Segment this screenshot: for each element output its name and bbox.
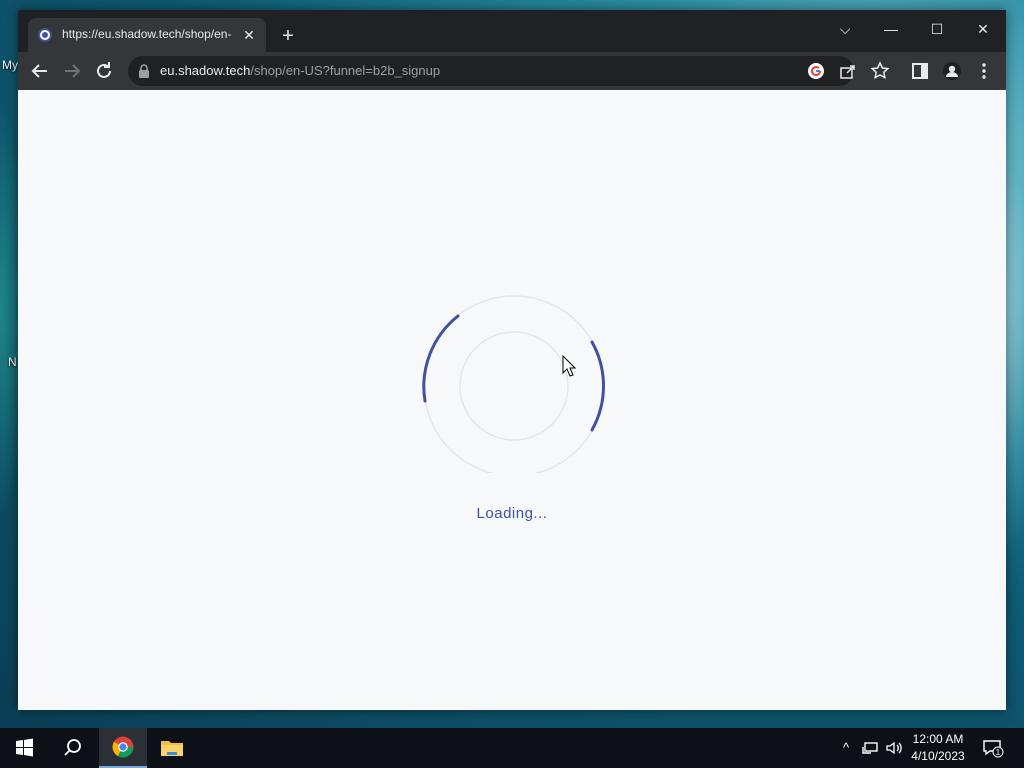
taskbar: ^ 12:00 AM 4/10/2023 1 [0, 728, 1024, 768]
clock-time: 12:00 AM [912, 732, 964, 746]
loading-text: Loading... [476, 505, 548, 522]
tab-search-icon[interactable]: ⌵ [822, 14, 868, 44]
browser-toolbar: eu.shadow.tech/shop/en-US?funnel=b2b_sig… [18, 52, 1006, 90]
system-clock[interactable]: 12:00 AM 4/10/2023 [904, 731, 972, 765]
windows-start-icon[interactable] [0, 728, 48, 768]
url-host: eu.shadow.tech [160, 63, 251, 78]
file-explorer-icon[interactable] [148, 728, 196, 768]
desktop-icon-label[interactable]: N [8, 355, 17, 369]
volume-icon[interactable] [884, 738, 904, 758]
network-icon[interactable] [860, 738, 880, 758]
search-icon[interactable] [48, 728, 96, 768]
forward-arrow-icon[interactable] [60, 59, 84, 83]
tray-chevron-icon[interactable]: ^ [836, 738, 856, 758]
profile-icon[interactable] [942, 61, 962, 81]
reload-icon[interactable] [92, 59, 116, 83]
loading-spinner [422, 295, 605, 473]
lock-icon[interactable] [138, 64, 150, 78]
url-path: /shop/en-US?funnel=b2b_signup [250, 63, 441, 78]
notification-icon[interactable]: 1 [982, 738, 1004, 758]
minimize-button[interactable]: — [868, 14, 914, 44]
clock-date: 4/10/2023 [911, 749, 965, 763]
bookmark-star-icon[interactable] [870, 61, 890, 81]
chrome-taskbar-icon[interactable] [99, 728, 147, 768]
tab-close-icon[interactable]: ✕ [240, 26, 258, 44]
menu-kebab-icon[interactable] [974, 61, 994, 81]
new-tab-button[interactable]: + [278, 26, 298, 46]
desktop-icon-label[interactable]: My [2, 58, 18, 72]
google-lens-icon[interactable] [806, 61, 826, 81]
back-arrow-icon[interactable] [28, 59, 52, 83]
url-text[interactable]: eu.shadow.tech/shop/en-US?funnel=b2b_sig… [160, 63, 440, 78]
shadow-favicon-icon [38, 28, 52, 42]
address-bar[interactable]: eu.shadow.tech/shop/en-US?funnel=b2b_sig… [128, 56, 855, 86]
notification-count: 1 [996, 748, 1001, 757]
share-icon[interactable] [838, 61, 858, 81]
page-content: Loading... [18, 90, 1006, 710]
mouse-cursor-icon [562, 355, 576, 377]
side-panel-icon[interactable] [910, 61, 930, 81]
browser-tab[interactable]: https://eu.shadow.tech/shop/en- ✕ [28, 18, 266, 52]
maximize-button[interactable]: ☐ [914, 14, 960, 44]
tab-title: https://eu.shadow.tech/shop/en- [62, 27, 232, 41]
title-bar: https://eu.shadow.tech/shop/en- ✕ + ⌵ — … [18, 10, 1006, 52]
browser-window: https://eu.shadow.tech/shop/en- ✕ + ⌵ — … [18, 10, 1006, 710]
close-window-button[interactable]: ✕ [960, 14, 1006, 44]
